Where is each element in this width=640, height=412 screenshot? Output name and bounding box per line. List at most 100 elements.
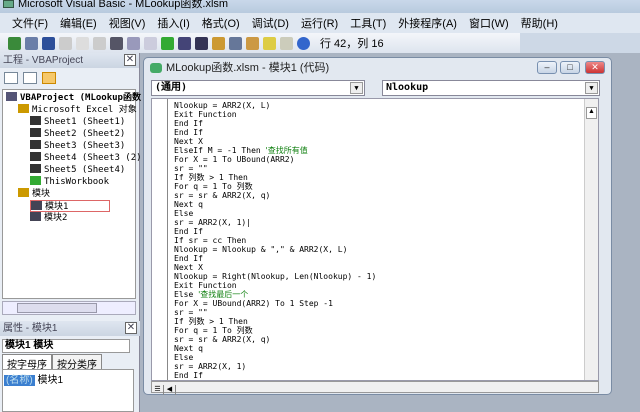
tree-node[interactable]: Sheet1 (Sheet1) bbox=[30, 116, 125, 128]
project-icon bbox=[6, 92, 17, 101]
menu-item[interactable]: 运行(R) bbox=[301, 15, 338, 31]
code-line: sr = sr & ARR2(X, q) bbox=[174, 191, 270, 200]
code-window-title-text: MLookup函数.xlsm - 模块1 (代码) bbox=[166, 62, 330, 74]
close-properties-panel-button[interactable]: ✕ bbox=[125, 322, 137, 334]
code-text: sr = ARR2(X, 1) bbox=[174, 362, 247, 371]
object-browser-icon[interactable] bbox=[263, 36, 276, 50]
code-line: sr = ARR2(X, 1) bbox=[174, 362, 246, 371]
code-editor[interactable]: ▲ Nlookup = ARR2(X, L) Exit Function End I… bbox=[151, 98, 599, 381]
run-icon[interactable] bbox=[161, 36, 174, 50]
tree-node[interactable]: Sheet3 (Sheet3) bbox=[30, 140, 125, 152]
chevron-down-icon[interactable]: ▼ bbox=[585, 82, 598, 94]
paste-icon[interactable] bbox=[93, 36, 106, 50]
code-window-title: MLookup函数.xlsm - 模块1 (代码) – □ ✕ bbox=[144, 58, 611, 80]
code-text: For q = 1 To 列数 bbox=[174, 182, 253, 191]
tree-node[interactable]: Sheet5 (Sheet4) bbox=[30, 164, 125, 176]
tree-node[interactable]: VBAProject (MLookup函数 bbox=[6, 92, 141, 104]
find-icon[interactable] bbox=[110, 36, 123, 50]
menu-item[interactable]: 窗口(W) bbox=[469, 15, 509, 31]
insert-userform-icon[interactable] bbox=[25, 36, 38, 50]
code-line: Else bbox=[174, 209, 193, 218]
excel-icon[interactable] bbox=[8, 36, 21, 50]
scroll-thumb[interactable] bbox=[17, 303, 97, 313]
menu-item[interactable]: 编辑(E) bbox=[60, 15, 97, 31]
project-explorer-icon[interactable] bbox=[229, 36, 242, 50]
sheet-icon bbox=[30, 164, 41, 173]
properties-panel-title: 属性 - 模块1 ✕ bbox=[0, 321, 140, 336]
menu-item[interactable]: 工具(T) bbox=[350, 15, 386, 31]
toggle-folders-icon[interactable] bbox=[42, 72, 56, 84]
minimize-button[interactable]: – bbox=[537, 61, 557, 74]
scroll-left-button[interactable]: ◀ bbox=[164, 385, 176, 395]
folder-icon bbox=[18, 104, 29, 113]
object-dropdown[interactable]: 模块1 模块 bbox=[2, 339, 130, 353]
redo-icon[interactable] bbox=[144, 36, 157, 50]
code-text: For X = 1 To UBound(ARR2) bbox=[174, 155, 295, 164]
properties-icon[interactable] bbox=[246, 36, 259, 50]
view-object-icon[interactable] bbox=[23, 72, 37, 84]
maximize-button[interactable]: □ bbox=[560, 61, 580, 74]
tree-node[interactable]: Sheet4 (Sheet3 (2)) bbox=[30, 152, 147, 164]
menu-item[interactable]: 外接程序(A) bbox=[398, 15, 457, 31]
tree-node[interactable]: Microsoft Excel 对象 bbox=[18, 104, 137, 116]
object-combo-value: (通用) bbox=[155, 82, 188, 93]
tree-node[interactable]: 模块1 bbox=[30, 200, 110, 212]
menu-item[interactable]: 调试(D) bbox=[252, 15, 289, 31]
code-comment: '查找所有值 bbox=[265, 146, 308, 155]
project-tree: VBAProject (MLookup函数 Microsoft Excel 对象 S… bbox=[2, 89, 147, 299]
close-project-panel-button[interactable]: ✕ bbox=[124, 54, 136, 66]
project-title-text: 工程 - VBAProject bbox=[3, 55, 84, 66]
save-icon[interactable] bbox=[42, 36, 55, 50]
code-text: Exit Function bbox=[174, 281, 237, 290]
code-line: Else bbox=[174, 353, 193, 362]
undo-icon[interactable] bbox=[127, 36, 140, 50]
tree-node[interactable]: Sheet2 (Sheet2) bbox=[30, 128, 125, 140]
tree-node-label: 模块1 bbox=[45, 202, 69, 212]
chevron-down-icon[interactable]: ▼ bbox=[350, 82, 363, 94]
margin-indicator-bar[interactable] bbox=[152, 99, 168, 380]
copy-icon[interactable] bbox=[76, 36, 89, 50]
left-panels: 工程 - VBAProject ✕ VBAProject (MLookup函数 Mi… bbox=[0, 53, 147, 412]
menu-item[interactable]: 帮助(H) bbox=[521, 15, 558, 31]
code-line: sr = ARR2(X, 1)| bbox=[174, 218, 251, 227]
code-line: End If bbox=[174, 227, 203, 236]
tree-node[interactable]: ThisWorkbook bbox=[30, 176, 109, 188]
code-line: Else '查找最后一个 bbox=[174, 290, 248, 299]
code-line: End If bbox=[174, 128, 203, 137]
tree-node[interactable]: 模块 bbox=[18, 188, 50, 200]
code-text: End If bbox=[174, 227, 203, 236]
menu-item[interactable]: 格式(O) bbox=[202, 15, 240, 31]
object-combo[interactable]: (通用) ▼ bbox=[151, 80, 365, 96]
menu-item[interactable]: 文件(F) bbox=[12, 15, 48, 31]
module-icon bbox=[31, 201, 42, 210]
stop-icon[interactable] bbox=[195, 36, 208, 50]
code-text: Nlookup = Right(Nlookup, Len(Nlookup) - … bbox=[174, 272, 377, 281]
code-text: Next X bbox=[174, 263, 203, 272]
code-line: Nlookup = ARR2(X, L) bbox=[174, 101, 270, 110]
code-text: sr = ARR2(X, 1)| bbox=[174, 218, 252, 227]
scroll-up-button[interactable]: ▲ bbox=[586, 107, 597, 119]
view-code-icon[interactable] bbox=[4, 72, 18, 84]
property-name[interactable]: (名称) bbox=[4, 375, 35, 386]
procedure-view-button[interactable]: ☰ bbox=[152, 385, 164, 395]
help-icon[interactable] bbox=[297, 36, 310, 50]
close-button[interactable]: ✕ bbox=[585, 61, 605, 74]
code-text: ElseIf M = -1 Then bbox=[174, 146, 266, 155]
code-vscrollbar[interactable]: ▲ bbox=[584, 99, 598, 380]
pause-icon[interactable] bbox=[178, 36, 191, 50]
menu-item[interactable]: 插入(I) bbox=[157, 15, 189, 31]
cut-icon[interactable] bbox=[59, 36, 72, 50]
code-line: Exit Function bbox=[174, 110, 237, 119]
project-panel-title: 工程 - VBAProject ✕ bbox=[0, 53, 139, 68]
menu-item[interactable]: 视图(V) bbox=[109, 15, 146, 31]
project-tree-hscrollbar[interactable] bbox=[2, 301, 136, 315]
property-value[interactable]: 模块1 bbox=[37, 375, 63, 386]
design-mode-icon[interactable] bbox=[212, 36, 225, 50]
procedure-combo[interactable]: Nlookup ▼ bbox=[382, 80, 600, 96]
tree-node[interactable]: 模块2 bbox=[30, 212, 67, 224]
code-line: Next q bbox=[174, 200, 203, 209]
tree-node-label: Sheet3 (Sheet3) bbox=[44, 141, 126, 151]
toolbox-icon[interactable] bbox=[280, 36, 293, 50]
project-toolbar bbox=[0, 68, 139, 88]
code-text: Next X bbox=[174, 137, 203, 146]
